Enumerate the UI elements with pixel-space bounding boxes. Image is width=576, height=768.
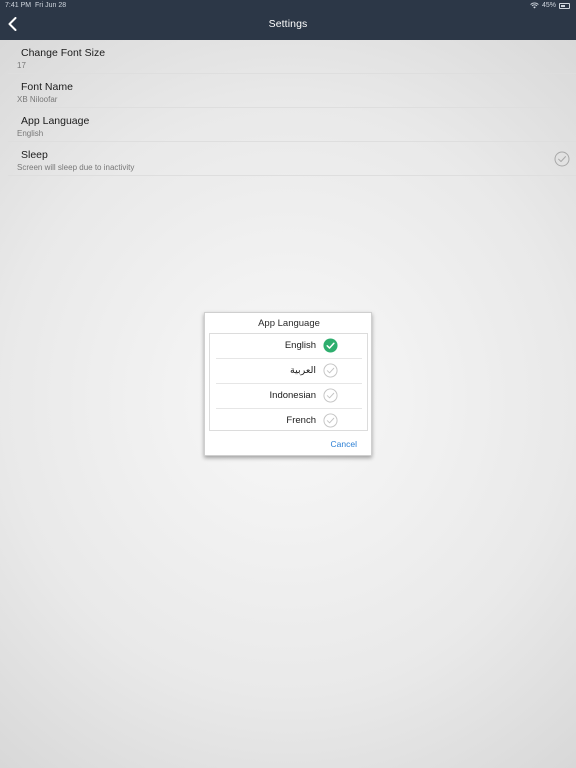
setting-sleep[interactable]: Sleep Screen will sleep due to inactivit… (8, 142, 576, 176)
battery-percent: 45% (541, 2, 556, 9)
status-bar: 7:41 PM Fri Jun 28 45% (0, 0, 576, 11)
dialog-title: App Language (258, 318, 320, 329)
setting-app-language[interactable]: App Language English (8, 108, 576, 142)
settings-list: Change Font Size 17 Font Name XB Niloofa… (0, 40, 576, 176)
check-unselected-icon (323, 363, 338, 378)
status-right: 45% (530, 0, 570, 11)
option-label: العربية (290, 365, 316, 376)
language-option-french[interactable]: French (216, 409, 362, 434)
setting-value: 17 (17, 61, 26, 70)
sleep-check-icon[interactable] (554, 151, 570, 167)
setting-value: English (17, 129, 44, 138)
setting-title: Change Font Size (21, 47, 106, 59)
language-option-arabic[interactable]: العربية (216, 359, 362, 384)
check-selected-icon (323, 338, 338, 353)
option-label: Indonesian (269, 390, 316, 401)
setting-font-size[interactable]: Change Font Size 17 (8, 40, 576, 74)
setting-title: Sleep (21, 149, 48, 161)
language-options: English العربية Indonesian French (209, 333, 368, 431)
option-label: English (284, 340, 316, 351)
setting-font-name[interactable]: Font Name XB Niloofar (8, 74, 576, 108)
setting-title: Font Name (21, 81, 73, 93)
setting-title: App Language (21, 115, 90, 127)
setting-value: XB Niloofar (17, 95, 58, 104)
page-title: Settings (268, 18, 308, 30)
status-date: Fri Jun 28 (35, 2, 67, 9)
setting-value: Screen will sleep due to inactivity (17, 163, 135, 172)
check-unselected-icon (323, 388, 338, 403)
option-label: French (286, 415, 316, 426)
battery-icon (559, 2, 570, 9)
language-option-english[interactable]: English (216, 334, 362, 359)
wifi-icon (530, 2, 539, 9)
cancel-button[interactable]: Cancel (331, 439, 357, 449)
language-dialog: App Language English العربية Indonesian … (204, 312, 372, 456)
language-option-indonesian[interactable]: Indonesian (216, 384, 362, 409)
status-time: 7:41 PM (5, 2, 32, 9)
check-unselected-icon (323, 413, 338, 428)
top-bar: 7:41 PM Fri Jun 28 45% Settings (0, 0, 576, 40)
